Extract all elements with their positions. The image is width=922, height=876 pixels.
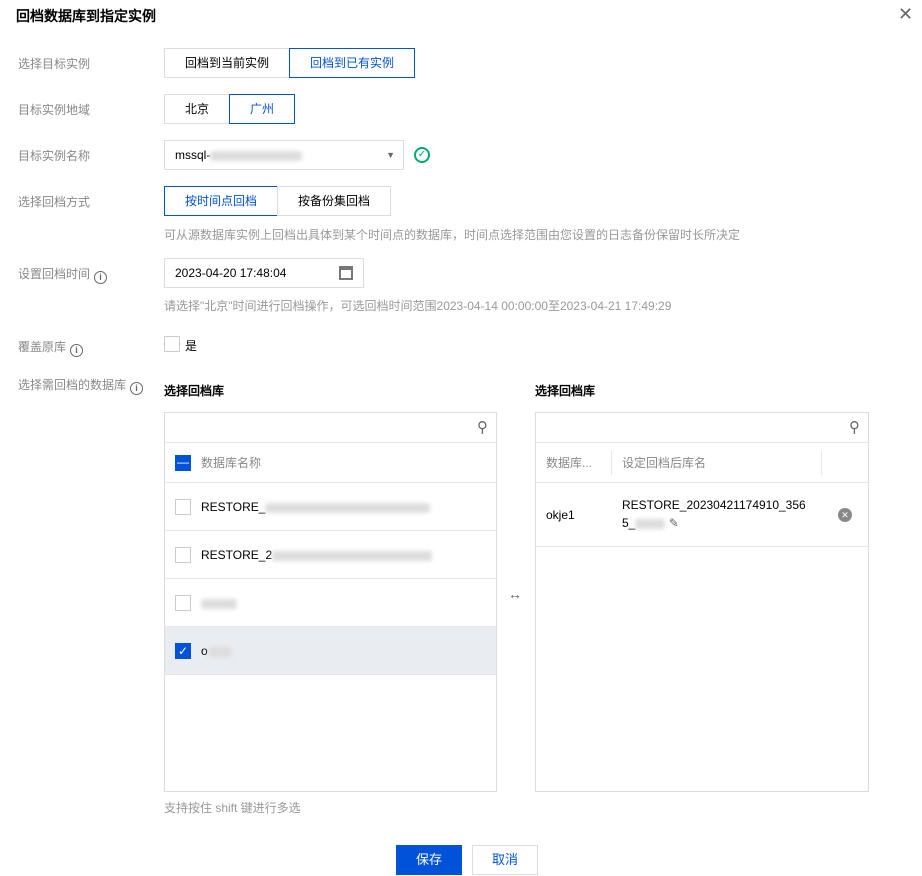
left-header-label: 数据库名称 xyxy=(201,456,262,470)
table-row: okje1 RESTORE_20230421174910_356 5_ ✎ ✕ xyxy=(536,483,868,547)
item-checkbox[interactable] xyxy=(175,499,191,515)
region-toggle: 北京 广州 xyxy=(164,94,295,124)
time-input[interactable]: 2023-04-20 17:48:04 xyxy=(164,258,364,288)
save-button[interactable]: 保存 xyxy=(396,845,462,875)
remove-icon[interactable]: ✕ xyxy=(838,508,852,522)
col-db: 数据库... xyxy=(546,456,593,470)
chevron-down-icon: ▼ xyxy=(386,150,395,160)
shift-hint: 支持按住 shift 键进行多选 xyxy=(164,801,301,815)
list-item[interactable]: RESTORE_ xyxy=(165,483,496,531)
col-new-name: 设定回档后库名 xyxy=(622,456,707,470)
left-panel-title: 选择回档库 xyxy=(164,384,225,398)
instance-name-label: 目标实例名称 xyxy=(18,149,91,163)
row-new-name-line2: 5_ ✎ xyxy=(622,516,679,530)
item-checkbox[interactable] xyxy=(175,595,191,611)
cancel-button[interactable]: 取消 xyxy=(472,845,538,875)
search-icon[interactable]: ⚲ xyxy=(477,418,488,436)
option-existing-instance[interactable]: 回档到已有实例 xyxy=(289,48,415,78)
info-icon[interactable]: i xyxy=(94,271,108,284)
time-label: 设置回档时间 i xyxy=(18,265,108,284)
info-icon[interactable]: i xyxy=(70,344,84,357)
left-transfer-panel: ⚲ — 数据库名称 RESTORE_ RESTORE_2 ✓ o xyxy=(164,412,497,792)
option-current-instance[interactable]: 回档到当前实例 xyxy=(164,48,290,78)
mode-hint: 可从源数据库实例上回档出具体到某个时间点的数据库，时间点选择范围由您设置的日志备… xyxy=(164,228,741,242)
target-instance-toggle: 回档到当前实例 回档到已有实例 xyxy=(164,48,415,78)
item-checkbox[interactable]: ✓ xyxy=(175,643,191,659)
overwrite-checkbox[interactable] xyxy=(164,336,180,352)
row-new-name: RESTORE_20230421174910_356 xyxy=(622,498,806,512)
item-name: RESTORE_ xyxy=(201,500,266,514)
overwrite-option: 是 xyxy=(185,339,198,353)
time-hint: 请选择"北京"时间进行回档操作，可选回档时间范围2023-04-14 00:00… xyxy=(164,299,672,313)
item-label: RESTORE_ xyxy=(201,483,431,531)
close-icon[interactable]: ✕ xyxy=(898,4,913,25)
info-icon[interactable]: i xyxy=(130,382,144,395)
calendar-icon[interactable] xyxy=(339,266,353,280)
item-name: RESTORE_2 xyxy=(201,548,273,562)
option-point-in-time[interactable]: 按时间点回档 xyxy=(164,186,278,216)
instance-value: mssql- xyxy=(175,148,211,162)
option-beijing[interactable]: 北京 xyxy=(164,94,230,124)
item-label xyxy=(201,579,237,627)
search-icon[interactable]: ⚲ xyxy=(849,418,860,436)
row-db: okje1 xyxy=(546,508,575,522)
item-label: RESTORE_2 xyxy=(201,531,433,579)
region-label: 目标实例地域 xyxy=(18,103,91,117)
row-new-name-2: 5_ xyxy=(622,516,636,530)
mode-label: 选择回档方式 xyxy=(18,195,91,209)
option-backup-set[interactable]: 按备份集回档 xyxy=(277,186,391,216)
instance-select[interactable]: mssql- ▼ xyxy=(164,140,404,170)
right-search-input[interactable]: ⚲ xyxy=(536,413,868,443)
right-panel-title: 选择回档库 xyxy=(535,384,596,398)
mode-toggle: 按时间点回档 按备份集回档 xyxy=(164,186,391,216)
list-item[interactable]: RESTORE_2 xyxy=(165,531,496,579)
select-all-checkbox[interactable]: — xyxy=(175,455,191,471)
right-table-header: 数据库... 设定回档后库名 xyxy=(536,443,868,483)
time-value: 2023-04-20 17:48:04 xyxy=(175,266,287,280)
databases-label-text: 选择需回档的数据库 xyxy=(18,378,127,392)
dialog-title: 回档数据库到指定实例 xyxy=(16,8,156,24)
option-guangzhou[interactable]: 广州 xyxy=(229,94,295,124)
overwrite-label-text: 覆盖原库 xyxy=(18,340,67,354)
right-transfer-panel: ⚲ 数据库... 设定回档后库名 okje1 RESTORE_202304211… xyxy=(535,412,869,792)
overwrite-label: 覆盖原库 i xyxy=(18,338,84,357)
transfer-arrows-icon: ↔ xyxy=(508,586,522,602)
item-label: o xyxy=(201,627,232,675)
left-header: — 数据库名称 xyxy=(165,443,496,483)
databases-label: 选择需回档的数据库 i xyxy=(18,376,144,395)
item-checkbox[interactable] xyxy=(175,547,191,563)
target-instance-label: 选择目标实例 xyxy=(18,57,91,71)
item-name: o xyxy=(201,644,208,658)
list-item[interactable] xyxy=(165,579,496,627)
edit-icon[interactable]: ✎ xyxy=(669,516,679,530)
left-search-input[interactable]: ⚲ xyxy=(165,413,496,443)
list-item[interactable]: ✓ o xyxy=(165,627,496,675)
check-circle-icon: ✓ xyxy=(414,147,430,163)
time-label-text: 设置回档时间 xyxy=(18,267,91,281)
